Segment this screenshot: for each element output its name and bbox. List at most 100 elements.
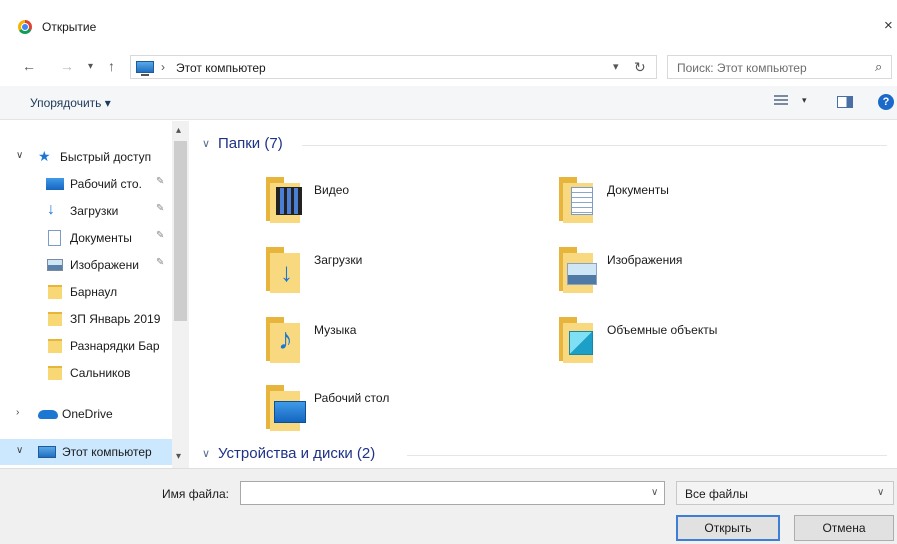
- videos-folder-icon: [262, 169, 308, 223]
- collapse-group-icon[interactable]: ∨: [202, 447, 210, 460]
- folder-name: Объемные объекты: [607, 323, 718, 337]
- folder-tile-pictures[interactable]: Изображения: [555, 239, 835, 293]
- folder-icon: [48, 285, 62, 299]
- group-header-devices[interactable]: Устройства и диски (2): [218, 445, 375, 462]
- search-input[interactable]: Поиск: Этот компьютер ⌕: [667, 55, 892, 79]
- folder-icon: [48, 339, 62, 353]
- folder-tile-videos[interactable]: Видео: [262, 169, 542, 223]
- scroll-up-icon[interactable]: ▴: [176, 125, 181, 136]
- chrome-icon: [18, 20, 32, 34]
- expand-chevron-icon[interactable]: ∨: [16, 445, 23, 456]
- sidebar-item-folder[interactable]: Разнарядки Бар: [0, 333, 172, 359]
- view-options-chevron-icon[interactable]: ▾: [802, 95, 807, 106]
- address-bar[interactable]: › Этот компьютер ▾ ↻: [130, 55, 657, 79]
- up-arrow-icon[interactable]: ↑: [108, 58, 115, 74]
- folder-tile-documents[interactable]: Документы: [555, 169, 835, 223]
- sidebar-item-quick-access[interactable]: ∨ ★ Быстрый доступ: [0, 144, 172, 170]
- pin-icon[interactable]: ✎: [156, 176, 164, 187]
- sidebar-item-label: Документы: [70, 231, 132, 245]
- folder-name: Загрузки: [314, 253, 363, 267]
- expand-chevron-icon[interactable]: ›: [16, 407, 19, 418]
- folder-icon: [48, 312, 62, 326]
- search-icon[interactable]: ⌕: [875, 59, 882, 75]
- breadcrumb-this-pc[interactable]: Этот компьютер: [176, 61, 266, 75]
- folder-name: Рабочий стол: [314, 391, 390, 405]
- computer-icon: [136, 61, 154, 76]
- group-header-folders[interactable]: Папки (7): [218, 135, 283, 152]
- open-button[interactable]: Открыть: [676, 515, 780, 541]
- scroll-thumb[interactable]: [174, 141, 187, 321]
- recent-locations-chevron-icon[interactable]: ▾: [88, 61, 93, 72]
- sidebar-item-onedrive[interactable]: › OneDrive: [0, 401, 172, 427]
- desktop-icon: [46, 178, 64, 190]
- organize-button[interactable]: Упорядочить ▾: [30, 96, 111, 110]
- sidebar-item-label: Рабочий сто.: [70, 177, 142, 191]
- filename-label: Имя файла:: [162, 487, 229, 501]
- documents-icon: [48, 230, 61, 246]
- music-folder-icon: ♪: [262, 309, 308, 363]
- onedrive-cloud-icon: [38, 410, 58, 419]
- file-type-value: Все файлы: [685, 487, 748, 501]
- command-bar: Упорядочить ▾ ▾ ?: [0, 86, 897, 120]
- collapse-group-icon[interactable]: ∨: [202, 137, 210, 150]
- change-view-icon[interactable]: [774, 95, 788, 107]
- folder-name: Документы: [607, 183, 669, 197]
- sidebar-item-folder[interactable]: Барнаул: [0, 279, 172, 305]
- open-file-dialog: Открытие × ← → ▾ ↑ › Этот компьютер ▾ ↻ …: [0, 0, 897, 544]
- sidebar-item-label: OneDrive: [62, 407, 113, 421]
- pin-icon[interactable]: ✎: [156, 230, 164, 241]
- sidebar-item-downloads[interactable]: ↓ Загрузки ✎: [0, 198, 172, 224]
- group-divider: [407, 455, 887, 456]
- filename-dropdown-icon[interactable]: ∨: [651, 487, 658, 498]
- folder-tile-music[interactable]: ♪ Музыка: [262, 309, 542, 363]
- pictures-icon: [47, 259, 63, 271]
- file-type-dropdown-icon[interactable]: ∨: [877, 487, 884, 498]
- pin-icon[interactable]: ✎: [156, 203, 164, 214]
- pin-icon[interactable]: ✎: [156, 257, 164, 268]
- sidebar-item-label: Загрузки: [70, 204, 119, 218]
- sidebar-item-pictures[interactable]: Изображени ✎: [0, 252, 172, 278]
- title-bar: Открытие ×: [0, 0, 897, 44]
- 3d-objects-folder-icon: [555, 309, 601, 363]
- close-icon[interactable]: ×: [884, 17, 893, 34]
- window-title: Открытие: [42, 20, 97, 34]
- help-icon[interactable]: ?: [878, 94, 894, 110]
- sidebar-item-this-pc[interactable]: ∨ Этот компьютер: [0, 439, 172, 465]
- sidebar-item-folder[interactable]: ЗП Январь 2019: [0, 306, 172, 332]
- downloads-folder-icon: ↓: [262, 239, 308, 293]
- sidebar-item-label: Этот компьютер: [62, 445, 152, 459]
- preview-pane-icon[interactable]: [837, 96, 853, 108]
- dialog-footer: Имя файла: ∨ Все файлы ∨ Открыть Отмена: [0, 468, 897, 544]
- folder-tile-3d-objects[interactable]: Объемные объекты: [555, 309, 835, 363]
- sidebar-item-desktop[interactable]: Рабочий сто. ✎: [0, 171, 172, 197]
- documents-folder-icon: [555, 169, 601, 223]
- folder-tile-downloads[interactable]: ↓ Загрузки: [262, 239, 542, 293]
- downloads-icon: ↓: [47, 201, 55, 218]
- folder-name: Видео: [314, 183, 350, 197]
- navigation-row: ← → ▾ ↑ › Этот компьютер ▾ ↻ Поиск: Этот…: [0, 50, 897, 82]
- computer-icon: [38, 446, 56, 458]
- sidebar-item-label: Быстрый доступ: [60, 150, 152, 164]
- sidebar-item-folder[interactable]: Сальников: [0, 360, 172, 386]
- navigation-pane: ∨ ★ Быстрый доступ Рабочий сто. ✎ ↓ Загр…: [0, 121, 192, 468]
- expand-chevron-icon[interactable]: ∨: [16, 150, 23, 161]
- sidebar-item-label: Барнаул: [70, 285, 118, 299]
- folder-name: Музыка: [314, 323, 357, 337]
- sidebar-scrollbar[interactable]: ▴ ▾: [172, 121, 189, 468]
- file-type-select[interactable]: Все файлы ∨: [676, 481, 894, 505]
- back-arrow-icon[interactable]: ←: [22, 58, 36, 74]
- file-list-area: ∨ Папки (7) Видео Документы ↓ Загрузки И…: [192, 121, 897, 468]
- star-icon: ★: [38, 148, 51, 164]
- folder-tile-desktop[interactable]: Рабочий стол: [262, 377, 542, 431]
- sidebar-item-label: Изображени: [70, 258, 139, 272]
- breadcrumb-separator-icon: ›: [161, 60, 165, 74]
- filename-field[interactable]: ∨: [240, 481, 665, 505]
- refresh-icon[interactable]: ↻: [634, 59, 646, 76]
- sidebar-item-label: ЗП Январь 2019: [70, 312, 161, 326]
- sidebar-item-documents[interactable]: Документы ✎: [0, 225, 172, 251]
- cancel-button[interactable]: Отмена: [794, 515, 894, 541]
- group-divider: [302, 145, 887, 146]
- forward-arrow-icon[interactable]: →: [60, 58, 74, 74]
- address-dropdown-icon[interactable]: ▾: [613, 60, 619, 73]
- scroll-down-icon[interactable]: ▾: [176, 451, 181, 462]
